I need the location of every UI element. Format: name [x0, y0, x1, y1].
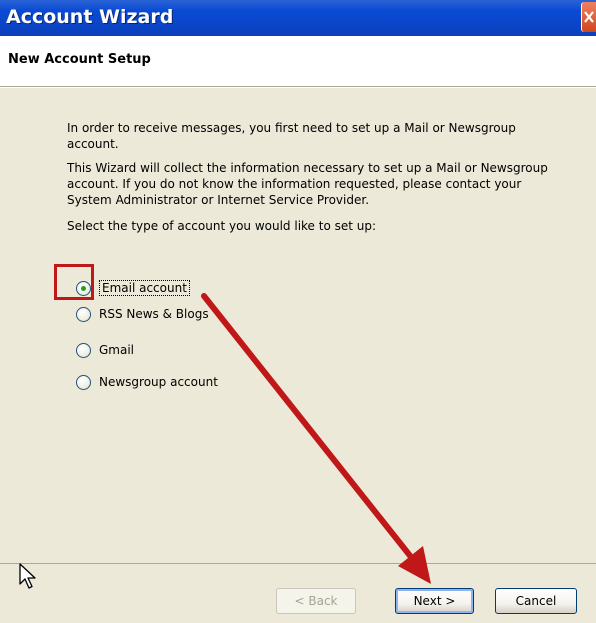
info-text: This Wizard will collect the information… — [67, 161, 548, 207]
option-gmail[interactable]: Gmail — [76, 340, 134, 360]
option-label[interactable]: Newsgroup account — [99, 375, 218, 389]
option-label[interactable]: Gmail — [99, 343, 134, 357]
radio-gmail[interactable] — [76, 342, 91, 358]
window-title: Account Wizard — [6, 6, 174, 28]
cancel-button[interactable]: Cancel — [495, 588, 577, 614]
option-label[interactable]: RSS News & Blogs — [99, 307, 209, 321]
title-bar[interactable]: Account Wizard — [0, 0, 596, 36]
option-label[interactable]: Email account — [99, 280, 190, 296]
option-rss-news-blogs[interactable]: RSS News & Blogs — [76, 304, 209, 324]
radio-newsgroup-account[interactable] — [76, 374, 91, 390]
highlight-annotation — [54, 264, 94, 300]
next-button[interactable]: Next > — [395, 588, 474, 614]
close-icon[interactable] — [581, 2, 596, 32]
radio-rss-news-blogs[interactable] — [76, 306, 91, 322]
page-title: New Account Setup — [8, 52, 151, 67]
wizard-header: New Account Setup — [0, 36, 596, 86]
intro-text: In order to receive messages, you first … — [67, 121, 516, 151]
wizard-content: In order to receive messages, you first … — [0, 88, 596, 563]
option-newsgroup-account[interactable]: Newsgroup account — [76, 372, 218, 392]
select-prompt: Select the type of account you would lik… — [67, 219, 377, 233]
back-button[interactable]: < Back — [276, 588, 356, 614]
mouse-cursor-icon — [18, 562, 38, 594]
